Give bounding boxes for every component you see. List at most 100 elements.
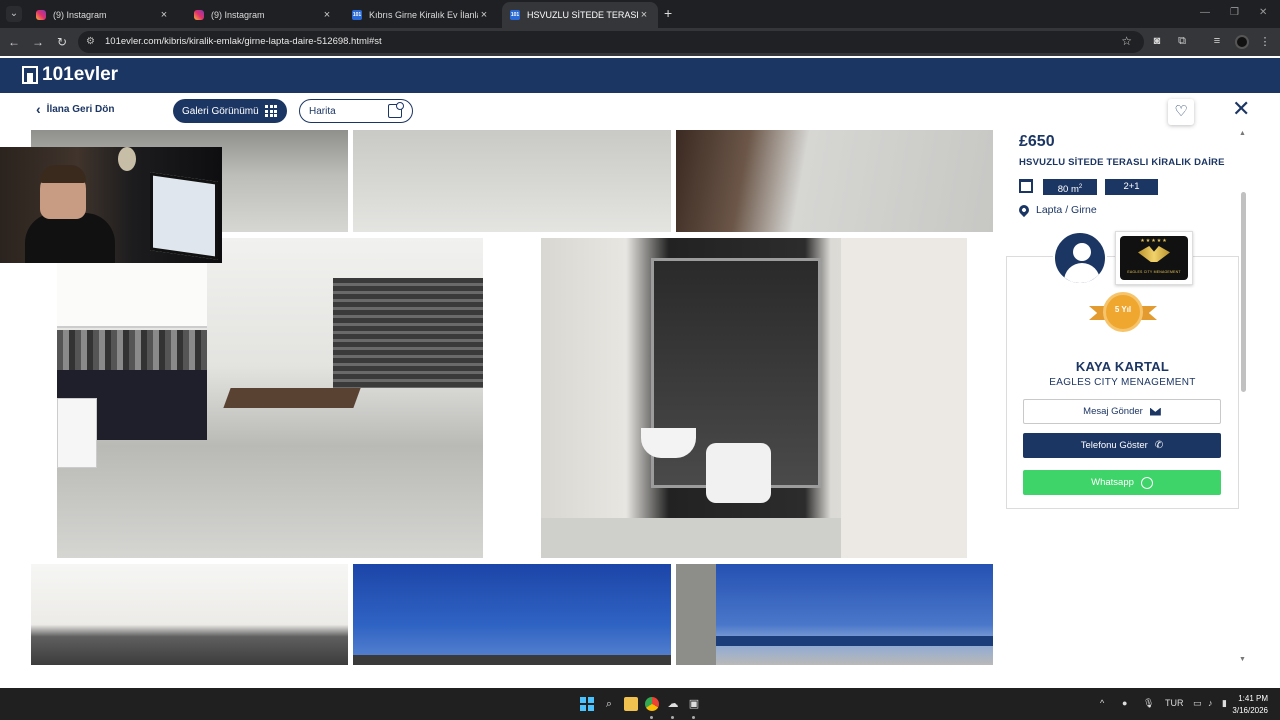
site-header: 101evler: [0, 58, 1280, 93]
new-tab-button[interactable]: +: [664, 6, 672, 20]
whatsapp-icon: [1140, 476, 1153, 489]
browser-tab[interactable]: (9) Instagram ×: [28, 2, 178, 28]
area-value: 80 m: [1057, 184, 1079, 196]
listing-photo[interactable]: [541, 238, 967, 558]
language-indicator[interactable]: TUR: [1165, 698, 1184, 708]
volume-icon[interactable]: ♪: [1208, 698, 1213, 708]
location-pin-icon: [1016, 202, 1032, 218]
bookmark-star-icon[interactable]: ☆: [1121, 34, 1132, 48]
tab-close-icon[interactable]: ×: [321, 9, 333, 21]
listing-photo[interactable]: [57, 238, 483, 558]
clock-date[interactable]: 3/16/2026: [1226, 706, 1268, 715]
clock-time[interactable]: 1:41 PM: [1236, 694, 1268, 703]
display-icon[interactable]: ▭: [1193, 698, 1202, 709]
running-indicator: [650, 716, 653, 719]
instagram-icon: [36, 10, 46, 20]
agency-logo[interactable]: ★★★★★ EAGLES CITY MENAGEMENT: [1115, 231, 1193, 285]
listing-photo[interactable]: [31, 564, 348, 665]
map-button[interactable]: Harita: [299, 99, 413, 123]
house-icon: [22, 66, 38, 84]
webcam-overlay: [0, 147, 222, 263]
scroll-up-arrow[interactable]: ▲: [1239, 130, 1246, 137]
agent-name: KAYA KARTAL: [1075, 359, 1170, 374]
favorite-heart-button[interactable]: ♡: [1168, 99, 1194, 125]
tray-chevron-icon[interactable]: ^: [1100, 698, 1104, 708]
tab-search-button[interactable]: ⌄: [6, 6, 22, 22]
listing-price: £650: [1019, 133, 1055, 150]
send-message-button[interactable]: Mesaj Gönder: [1023, 399, 1221, 424]
area-unit-sup: 2: [1078, 184, 1083, 190]
running-indicator: [671, 716, 674, 719]
running-indicator: [692, 716, 695, 719]
windows-start-icon[interactable]: [580, 697, 594, 711]
listing-photo[interactable]: [353, 564, 671, 665]
tab-title: HSVUZLU SİTEDE TERASLI KİRA: [527, 10, 638, 20]
tab-title: (9) Instagram: [53, 10, 107, 20]
eagle-icon: [1138, 246, 1170, 262]
media-control-icon[interactable]: ≡: [1210, 35, 1224, 47]
microphone-icon[interactable]: 🎙: [1143, 698, 1154, 709]
agent-avatar: [1053, 231, 1107, 285]
tab-close-icon[interactable]: ×: [478, 9, 490, 21]
browser-tab[interactable]: 101 Kıbrıs Girne Kiralık Ev İlanları ve …: [344, 2, 498, 28]
browser-tab-bar: ⌄ (9) Instagram × (9) Instagram × 101 Kı…: [0, 0, 1280, 28]
taskbar-app-icon[interactable]: ▣: [687, 697, 701, 711]
browser-tab-active[interactable]: 101 HSVUZLU SİTEDE TERASLI KİRA ×: [502, 2, 658, 28]
browser-menu-icon[interactable]: ⋮: [1258, 35, 1272, 48]
chevron-left-icon: ‹: [36, 101, 41, 117]
profile-avatar[interactable]: [1235, 35, 1249, 49]
site-info-icon[interactable]: ⚙: [86, 36, 95, 47]
rooms-badge: 2+1: [1105, 179, 1158, 195]
browser-tab[interactable]: (9) Instagram ×: [186, 2, 341, 28]
agent-company: EAGLES CITY MENAGEMENT: [1049, 377, 1196, 388]
back-arrow-icon[interactable]: ←: [6, 34, 22, 50]
restore-icon[interactable]: ❐: [1230, 7, 1239, 18]
gallery-view-button[interactable]: Galeri Görünümü: [173, 99, 287, 123]
taskbar-search-icon[interactable]: ⌕: [602, 697, 616, 711]
camera-icon[interactable]: ◙: [1150, 35, 1164, 47]
tab-close-icon[interactable]: ×: [158, 9, 170, 21]
101evler-icon: 101: [352, 10, 362, 20]
show-phone-button[interactable]: Telefonu Göster ✆: [1023, 433, 1221, 458]
listing-photo[interactable]: [676, 130, 993, 232]
area-badge: 80 m2: [1043, 179, 1097, 195]
scrollbar-thumb[interactable]: [1241, 192, 1246, 392]
gallery-view-label: Galeri Görünümü: [182, 105, 259, 117]
listing-photo[interactable]: [353, 130, 671, 232]
tab-title: Kıbrıs Girne Kiralık Ev İlanları ve: [369, 10, 478, 20]
chrome-icon[interactable]: [645, 697, 659, 711]
send-message-label: Mesaj Gönder: [1083, 406, 1143, 417]
instagram-icon: [194, 10, 204, 20]
back-link-label: İlana Geri Dön: [46, 103, 115, 115]
map-label: Harita: [309, 105, 336, 117]
grid-icon: [265, 105, 277, 117]
tab-close-icon[interactable]: ×: [638, 9, 650, 21]
year-badge-text: 5 Yıl: [1103, 292, 1143, 332]
extensions-icon[interactable]: ⧉: [1175, 35, 1189, 48]
taskbar-app-icon[interactable]: ☁: [666, 697, 680, 711]
map-icon: [388, 102, 404, 118]
file-explorer-icon[interactable]: [624, 697, 638, 711]
listing-photo[interactable]: [676, 564, 993, 665]
url-text[interactable]: 101evler.com/kibris/kiralik-emlak/girne-…: [105, 36, 382, 47]
mail-icon: [1149, 407, 1161, 416]
close-gallery-icon[interactable]: ✕: [1232, 96, 1250, 122]
back-to-listing-link[interactable]: ‹ İlana Geri Dön: [36, 101, 114, 117]
scroll-down-arrow[interactable]: ▼: [1239, 656, 1246, 663]
reload-icon[interactable]: ↻: [54, 34, 70, 50]
site-logo[interactable]: 101evler: [22, 64, 118, 86]
phone-icon: ✆: [1154, 440, 1164, 451]
logo-text: 101evler: [42, 64, 119, 85]
101evler-icon: 101: [510, 10, 520, 20]
forward-arrow-icon[interactable]: →: [30, 34, 46, 50]
listing-title: HSVUZLU SİTEDE TERASLI KİRALIK DAİRE: [1019, 157, 1225, 168]
windows-taskbar: ⌕ ☁ ▣ ^ ● 🎙 TUR ▭ ♪ ▮: [0, 688, 1280, 720]
address-bar[interactable]: ⚙ 101evler.com/kibris/kiralik-emlak/girn…: [78, 31, 1144, 53]
area-icon: [1019, 179, 1033, 193]
minimize-icon[interactable]: —: [1200, 7, 1210, 18]
whatsapp-button[interactable]: Whatsapp: [1023, 470, 1221, 495]
close-window-icon[interactable]: ✕: [1259, 7, 1267, 18]
tray-app-icon[interactable]: ●: [1122, 698, 1127, 708]
tab-title: (9) Instagram: [211, 10, 265, 20]
membership-year-badge: 5 Yıl: [1089, 292, 1157, 336]
